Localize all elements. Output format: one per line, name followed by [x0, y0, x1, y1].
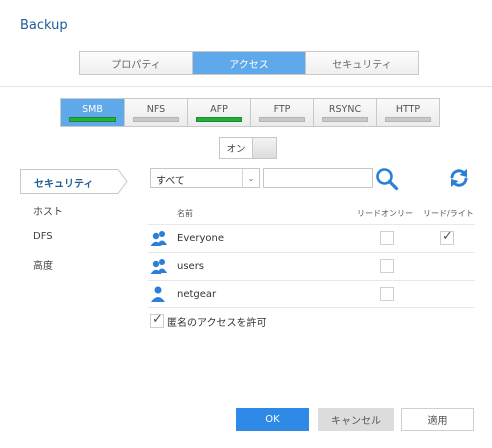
protocol-tabs: SMB NFS AFP FTP RSYNC HTTP	[60, 98, 440, 127]
sidebar-item-host[interactable]: ホスト	[33, 203, 63, 218]
protocol-label: HTTP	[395, 104, 421, 115]
cancel-button[interactable]: キャンセル	[318, 408, 394, 431]
status-bar	[322, 117, 368, 122]
row-name: Everyone	[177, 233, 225, 244]
divider	[148, 307, 475, 308]
read-only-checkbox[interactable]	[380, 231, 394, 245]
status-bar	[69, 117, 116, 122]
tab-properties[interactable]: プロパティ	[80, 52, 192, 74]
status-bar	[133, 117, 179, 122]
status-bar	[259, 117, 305, 122]
status-bar	[196, 117, 242, 122]
chevron-down-icon: ⌄	[242, 169, 259, 187]
sidebar-item-advanced[interactable]: 高度	[33, 257, 53, 272]
service-toggle[interactable]: オン	[219, 137, 277, 159]
row-name: netgear	[177, 289, 217, 300]
read-only-checkbox[interactable]	[380, 259, 394, 273]
sidebar-item-label: セキュリティ	[34, 179, 94, 190]
protocol-label: AFP	[210, 104, 228, 115]
column-header-read-write: リード/ライト	[423, 209, 474, 218]
protocol-label: RSYNC	[328, 104, 362, 115]
table-row: netgear	[148, 280, 475, 308]
protocol-label: NFS	[146, 104, 166, 115]
filter-select[interactable]: すべて ⌄	[150, 168, 260, 188]
protocol-tab-nfs[interactable]: NFS	[124, 99, 187, 126]
group-icon	[150, 259, 167, 274]
search-icon[interactable]	[375, 167, 399, 195]
table-row: Everyone	[148, 224, 475, 252]
read-only-checkbox[interactable]	[380, 287, 394, 301]
main-tabs: プロパティ アクセス セキュリティ	[79, 51, 419, 75]
tab-security[interactable]: セキュリティ	[305, 52, 418, 74]
filter-select-value: すべて	[156, 176, 185, 187]
protocol-label: FTP	[273, 104, 291, 115]
column-header-read-only: リードオンリー	[357, 209, 413, 218]
sidebar-item-dfs[interactable]: DFS	[33, 231, 53, 242]
user-icon	[151, 286, 165, 302]
tab-access[interactable]: アクセス	[192, 52, 305, 74]
divider	[0, 86, 492, 87]
protocol-tab-smb[interactable]: SMB	[61, 99, 124, 126]
anonymous-access-label: 匿名のアクセスを許可	[167, 318, 267, 329]
protocol-tab-http[interactable]: HTTP	[376, 99, 439, 126]
sidebar-item-security[interactable]: セキュリティ	[20, 169, 128, 194]
toggle-knob[interactable]	[252, 138, 276, 158]
search-input[interactable]	[263, 168, 373, 188]
refresh-icon[interactable]	[447, 166, 471, 194]
table-row: users	[148, 252, 475, 280]
group-icon	[150, 231, 167, 246]
page-title: Backup	[20, 18, 68, 33]
row-name: users	[177, 261, 205, 272]
status-bar	[385, 117, 431, 122]
protocol-tab-afp[interactable]: AFP	[187, 99, 250, 126]
toggle-label: オン	[220, 138, 252, 158]
protocol-tab-rsync[interactable]: RSYNC	[313, 99, 376, 126]
anonymous-access-checkbox[interactable]	[150, 312, 164, 328]
column-header-name: 名前	[177, 209, 193, 218]
apply-button[interactable]: 適用	[401, 408, 474, 431]
ok-button[interactable]: OK	[236, 408, 309, 431]
read-write-checkbox[interactable]	[440, 229, 454, 245]
protocol-tab-ftp[interactable]: FTP	[250, 99, 313, 126]
protocol-label: SMB	[82, 104, 103, 115]
